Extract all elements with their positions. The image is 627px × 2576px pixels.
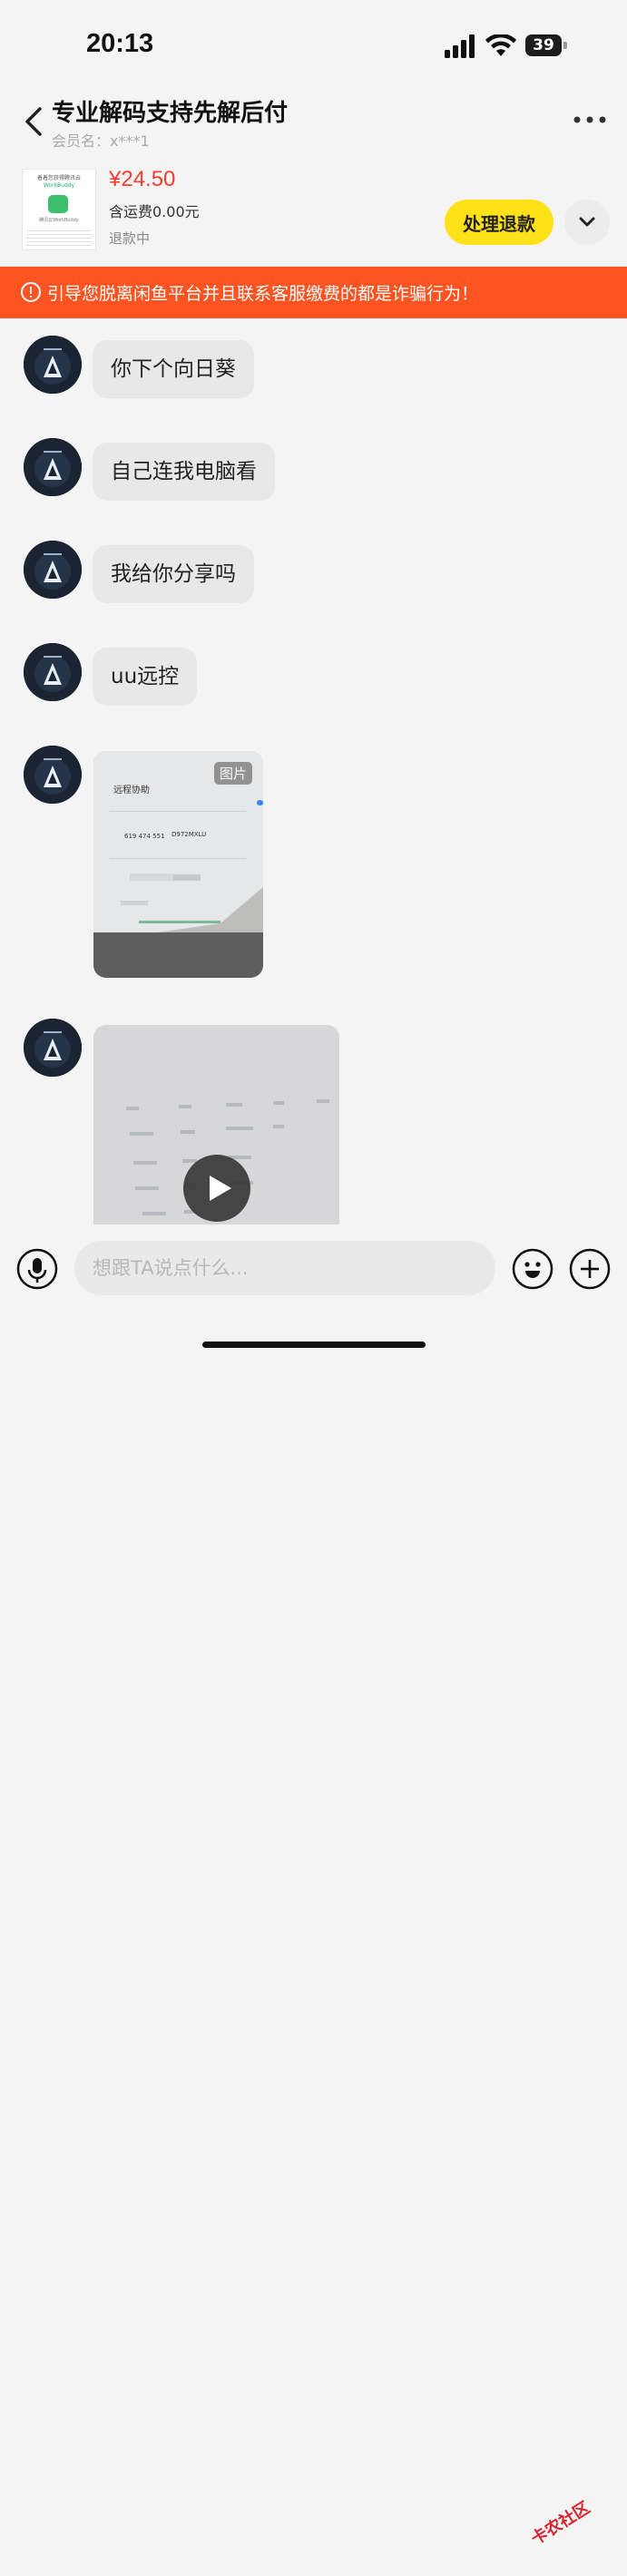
workbuddy-logo-icon (48, 195, 68, 213)
home-indicator (202, 1342, 426, 1348)
avatar[interactable] (24, 438, 82, 496)
emoji-icon[interactable] (512, 1248, 554, 1290)
message-bubble[interactable]: uu远控 (93, 648, 198, 706)
screen-password: D972MXLU (171, 831, 206, 838)
back-icon[interactable] (22, 103, 47, 140)
more-options-icon[interactable] (570, 112, 610, 127)
avatar[interactable] (24, 1019, 82, 1077)
product-thumbnail[interactable]: 着着您获得腾讯云 WorkBuddy 腾讯云WorkBuddy (22, 169, 96, 250)
wifi-icon (485, 34, 516, 56)
screen-title: 远程协助 (113, 784, 150, 795)
refund-status: 退款中 (109, 230, 151, 247)
avatar[interactable] (24, 336, 82, 394)
cellular-signal-icon (445, 34, 475, 58)
status-time: 20:13 (86, 29, 154, 58)
thumb-text-2: WorkBuddy (43, 182, 75, 189)
avatar[interactable] (24, 541, 82, 599)
voice-mic-icon[interactable] (16, 1248, 58, 1290)
play-icon[interactable] (183, 1155, 250, 1222)
chat-header: 专业解码支持先解后付 会员名：x***1 (0, 91, 627, 154)
expand-button[interactable] (564, 200, 610, 245)
message-bubble[interactable]: 自己连我电脑看 (93, 443, 275, 501)
chevron-down-icon (579, 217, 595, 227)
thumb-text-lines (26, 228, 92, 246)
chat-title: 专业解码支持先解后付 (52, 100, 289, 127)
shipping-fee: 含运费0.00元 (109, 203, 200, 220)
warning-icon (21, 282, 41, 302)
battery-icon: 39 (525, 34, 567, 56)
thumb-text-3: 腾讯云WorkBuddy (39, 218, 79, 223)
product-card[interactable]: 着着您获得腾讯云 WorkBuddy 腾讯云WorkBuddy ¥24.50 含… (0, 163, 627, 263)
product-price: ¥24.50 (109, 167, 176, 191)
image-message[interactable]: 远程协助 619 474 551 D972MXLU 图片 (93, 751, 263, 978)
image-label: 图片 (213, 762, 252, 785)
member-name: 会员名：x***1 (52, 132, 150, 150)
message-input[interactable] (74, 1241, 495, 1295)
battery-level: 39 (533, 36, 554, 54)
warning-text: 引导您脱离闲鱼平台并且联系客服缴费的都是诈骗行为！ (47, 284, 479, 304)
message-bubble[interactable]: 你下个向日葵 (93, 340, 254, 398)
remote-assist-photo: 远程协助 619 474 551 D972MXLU (93, 751, 263, 978)
handle-refund-button[interactable]: 处理退款 (445, 200, 554, 245)
plus-icon[interactable] (569, 1248, 611, 1290)
avatar[interactable] (24, 746, 82, 804)
watermark-text: 卡农社区 (527, 2498, 594, 2550)
avatar[interactable] (24, 643, 82, 701)
watermark: 卡农社区 (526, 2482, 627, 2576)
thumb-text-1: 着着您获得腾讯云 (36, 175, 81, 181)
fraud-warning-banner: 引导您脱离闲鱼平台并且联系客服缴费的都是诈骗行为！ (0, 267, 627, 318)
status-bar: 20:13 39 (0, 0, 627, 91)
video-message[interactable] (93, 1025, 339, 1225)
input-bar: 卡农社区 (0, 1225, 627, 2549)
screen-device-code: 619 474 551 (124, 833, 165, 840)
message-bubble[interactable]: 我给你分享吗 (93, 545, 254, 603)
